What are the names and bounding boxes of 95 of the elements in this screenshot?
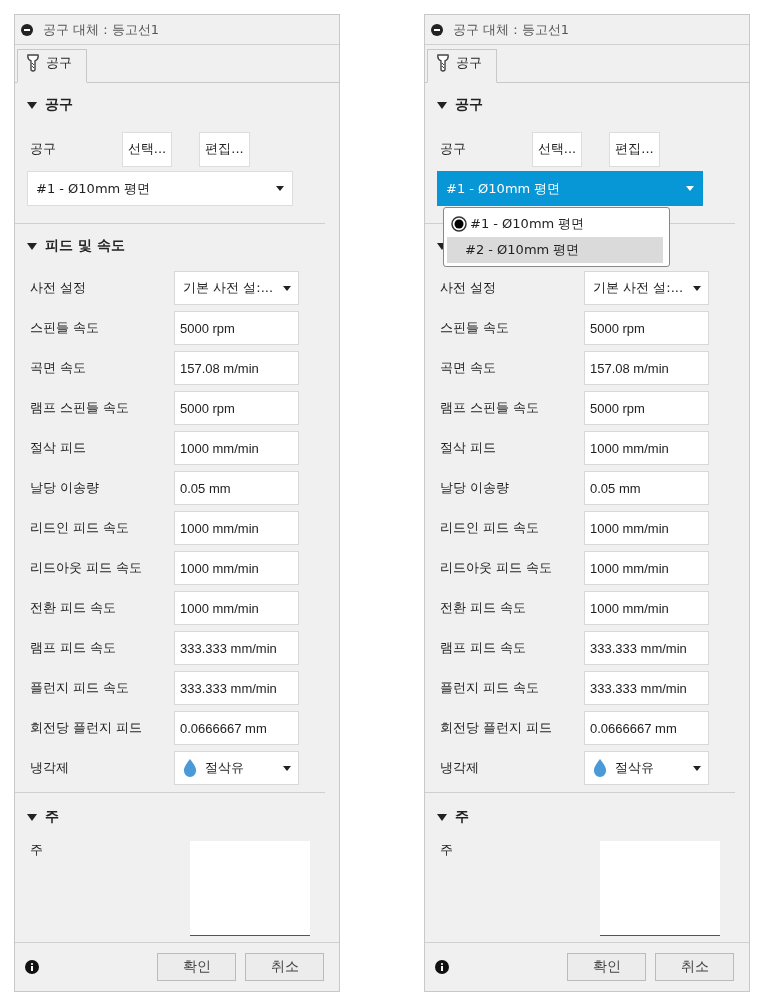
input-field[interactable]: 1000 mm/min [174, 511, 299, 545]
section-header: 피드 및 속도 [45, 237, 125, 255]
dialog-button[interactable]: 확인 [157, 953, 236, 981]
field-label: 날당 이송량 [29, 479, 101, 497]
field-label: 램프 스핀들 속도 [439, 399, 541, 417]
field-label: 전환 피드 속도 [439, 599, 528, 617]
field-label: 사전 설정 [439, 279, 498, 297]
caret-icon [693, 285, 701, 291]
dropdown-option[interactable]: #1 - Ø10mm 평면 [447, 211, 663, 237]
expanded-triangle-icon[interactable] [437, 812, 447, 822]
input-field[interactable]: 1000 mm/min [174, 591, 299, 625]
input-field[interactable]: 5000 rpm [174, 391, 299, 425]
field-label: 절삭 피드 [439, 439, 498, 457]
field-label: 램프 스핀들 속도 [29, 399, 131, 417]
input-field[interactable]: 0.0666667 mm [174, 711, 299, 745]
field-label: 플런지 피드 속도 [29, 679, 131, 697]
caret-icon [693, 765, 701, 771]
input-field[interactable]: 5000 rpm [584, 391, 709, 425]
input-field[interactable]: 5000 rpm [584, 311, 709, 345]
field-label: 냉각제 [439, 759, 480, 777]
dialog-button[interactable]: 취소 [655, 953, 734, 981]
expanded-triangle-icon[interactable] [27, 241, 37, 251]
field-label: 회전당 플런지 피드 [439, 719, 554, 737]
input-field[interactable]: 333.333 mm/min [584, 671, 709, 705]
input-field[interactable]: 1000 mm/min [174, 551, 299, 585]
input-field[interactable]: 5000 rpm [174, 311, 299, 345]
field-label: 전환 피드 속도 [29, 599, 118, 617]
field-label: 사전 설정 [29, 279, 88, 297]
field-label: 스핀들 속도 [29, 319, 101, 337]
expanded-triangle-icon[interactable] [437, 100, 447, 110]
collapse-icon[interactable] [431, 23, 443, 36]
input-field[interactable]: 0.05 mm [584, 471, 709, 505]
input-field[interactable]: 333.333 mm/min [174, 671, 299, 705]
expanded-triangle-icon[interactable] [27, 812, 37, 822]
collapse-icon[interactable] [21, 23, 33, 36]
field-label: 리드인 피드 속도 [439, 519, 541, 537]
field-label: 스핀들 속도 [439, 319, 511, 337]
tab[interactable]: 공구 [427, 49, 497, 83]
field-label: 절삭 피드 [29, 439, 88, 457]
dialog-button[interactable]: 확인 [567, 953, 646, 981]
input-field[interactable]: 157.08 m/min [584, 351, 709, 385]
input-field[interactable]: 157.08 m/min [174, 351, 299, 385]
field-label: 리드아웃 피드 속도 [29, 559, 144, 577]
field-label: 리드아웃 피드 속도 [439, 559, 554, 577]
tool-button[interactable]: 편집... [199, 131, 250, 167]
field-label: 리드인 피드 속도 [29, 519, 131, 537]
coolant-dropdown[interactable]: 절삭유 [584, 751, 709, 785]
dialog-title: 공구 대체 : 등고선1 [43, 20, 160, 39]
tool-button[interactable]: 선택... [122, 131, 172, 167]
section-header: 공구 [45, 96, 73, 114]
field-label: 주 [439, 841, 454, 859]
input-field[interactable]: 1000 mm/min [584, 551, 709, 585]
input-field[interactable]: 1000 mm/min [584, 591, 709, 625]
input-field[interactable]: 1000 mm/min [584, 431, 709, 465]
expanded-triangle-icon[interactable] [27, 100, 37, 110]
field-label: 곡면 속도 [29, 359, 88, 377]
water-drop-icon [183, 759, 197, 777]
tool-button[interactable]: 편집... [609, 131, 660, 167]
input-field[interactable]: 1000 mm/min [174, 431, 299, 465]
field-label: 주 [29, 841, 44, 859]
caret-icon [283, 285, 291, 291]
section-header: 공구 [455, 96, 483, 114]
end-mill-icon [436, 54, 450, 72]
field-label: 회전당 플런지 피드 [29, 719, 144, 737]
tab[interactable]: 공구 [17, 49, 87, 83]
section-header: 주 [45, 808, 59, 826]
info-icon[interactable] [25, 960, 39, 974]
field-label: 공구 [439, 140, 467, 158]
info-icon[interactable] [435, 960, 449, 974]
tool-dropdown[interactable]: #1 - Ø10mm 평면 [27, 171, 293, 206]
caret-icon [686, 186, 694, 191]
tool-button[interactable]: 선택... [532, 131, 582, 167]
field-label: 냉각제 [29, 759, 70, 777]
preset-dropdown[interactable]: 기본 사전 설:... [584, 271, 709, 305]
input-field[interactable]: 0.0666667 mm [584, 711, 709, 745]
dropdown-option[interactable]: #2 - Ø10mm 평면 [447, 237, 663, 263]
field-label: 날당 이송량 [439, 479, 511, 497]
field-label: 곡면 속도 [439, 359, 498, 377]
caret-icon [283, 765, 291, 771]
end-mill-icon [26, 54, 40, 72]
field-label: 플런지 피드 속도 [439, 679, 541, 697]
input-field[interactable]: 333.333 mm/min [174, 631, 299, 665]
dialog-button[interactable]: 취소 [245, 953, 324, 981]
input-field[interactable]: 1000 mm/min [584, 511, 709, 545]
caret-icon [276, 186, 284, 191]
input-field[interactable]: 0.05 mm [174, 471, 299, 505]
section-header: 주 [455, 808, 469, 826]
field-label: 램프 피드 속도 [29, 639, 118, 657]
coolant-dropdown[interactable]: 절삭유 [174, 751, 299, 785]
field-label: 공구 [29, 140, 57, 158]
water-drop-icon [593, 759, 607, 777]
preset-dropdown[interactable]: 기본 사전 설:... [174, 271, 299, 305]
dialog-title: 공구 대체 : 등고선1 [453, 20, 570, 39]
input-field[interactable]: 333.333 mm/min [584, 631, 709, 665]
field-label: 램프 피드 속도 [439, 639, 528, 657]
